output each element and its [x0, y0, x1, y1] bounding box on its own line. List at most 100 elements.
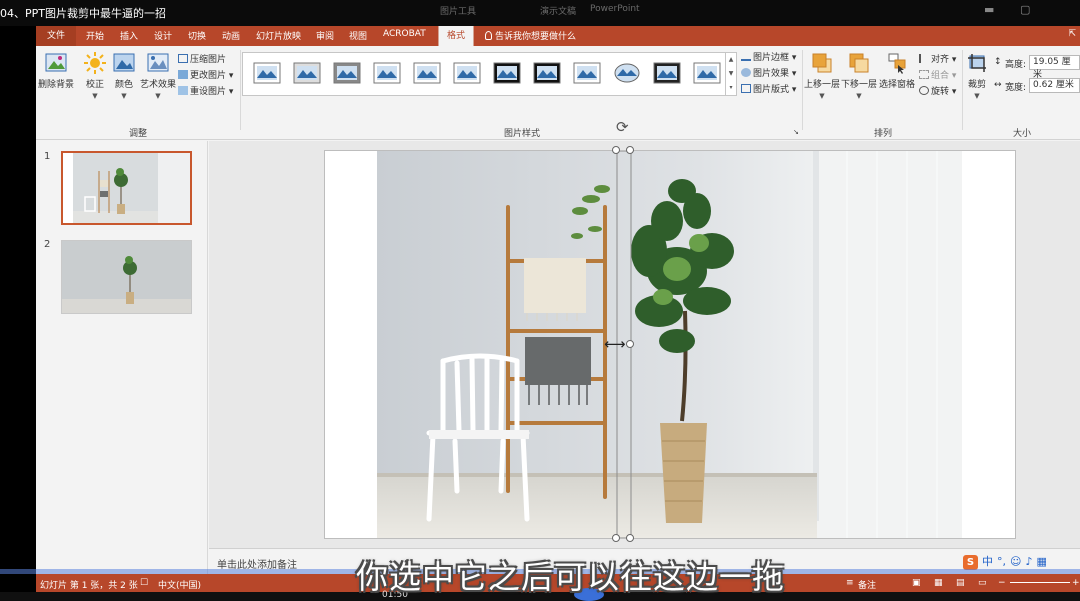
- group-divider: [802, 50, 803, 130]
- picture-style-6[interactable]: [453, 62, 481, 84]
- slide-1-preview: [63, 153, 190, 223]
- ime-toolbar[interactable]: S 中 °, ☺ ♪ ▦: [963, 553, 1047, 570]
- tab-file[interactable]: 文件: [36, 26, 76, 46]
- corrections-button[interactable]: 校正 ▼: [82, 52, 108, 100]
- selection-pane-button[interactable]: 选择窗格: [878, 52, 916, 90]
- slide-thumbnail-2[interactable]: [61, 240, 192, 314]
- normal-view-icon[interactable]: ▣: [912, 578, 921, 588]
- tab-view[interactable]: 视图: [349, 29, 367, 42]
- rotate-handle-icon[interactable]: ⟳: [616, 118, 629, 136]
- picture-style-1[interactable]: [253, 62, 281, 84]
- group-button[interactable]: 组合 ▾: [919, 68, 956, 81]
- slide-sorter-icon[interactable]: ▦: [934, 578, 943, 588]
- crop-button[interactable]: 裁剪 ▼: [964, 52, 990, 100]
- gallery-scroll[interactable]: ▲ ▼ ▾: [726, 52, 737, 96]
- emoji-icon[interactable]: ☺: [1010, 555, 1021, 568]
- reset-picture-button[interactable]: 重设图片 ▾: [178, 84, 233, 97]
- align-label: 对齐: [931, 55, 950, 65]
- crop-handle-top-left[interactable]: [612, 146, 620, 154]
- scroll-up-icon[interactable]: ▲: [726, 53, 736, 67]
- tab-review[interactable]: 审阅: [316, 29, 334, 42]
- reading-view-icon[interactable]: ▤: [956, 578, 965, 588]
- notes-icon[interactable]: ≡: [846, 578, 854, 588]
- zoom-in-icon[interactable]: +: [1072, 578, 1080, 588]
- crop-handle-bottom-right[interactable]: [626, 534, 634, 542]
- crop-label: 裁剪: [967, 80, 986, 90]
- tab-insert[interactable]: 插入: [120, 29, 138, 42]
- crop-icon: [968, 54, 986, 72]
- picture-style-9[interactable]: [573, 62, 601, 84]
- group-icon: [919, 70, 929, 79]
- slide-canvas[interactable]: ⟳ ⟷: [324, 118, 1016, 542]
- picture-style-preview: [413, 62, 441, 84]
- tell-me-box[interactable]: 告诉我你想要做什么: [485, 29, 576, 42]
- picture-style-2[interactable]: [293, 62, 321, 84]
- group-label-size: 大小: [1012, 129, 1031, 139]
- scroll-down-icon[interactable]: ▼: [726, 67, 736, 81]
- ime-language[interactable]: 中: [982, 555, 993, 568]
- change-picture-button[interactable]: 更改图片 ▾: [178, 68, 233, 81]
- slide-thumbnail-1[interactable]: [61, 151, 192, 225]
- tab-transitions[interactable]: 切换: [188, 29, 206, 42]
- group-label-arrange: 排列: [873, 129, 892, 139]
- send-backward-button[interactable]: 下移一层 ▼: [841, 52, 877, 100]
- picture-effects-button[interactable]: 图片效果 ▾: [741, 66, 796, 79]
- language-status[interactable]: 中文(中国): [158, 578, 201, 591]
- notes-toggle[interactable]: 备注: [858, 578, 876, 591]
- share-icon[interactable]: ⇱: [1068, 29, 1076, 39]
- picture-style-3[interactable]: [333, 62, 361, 84]
- zoom-out-icon[interactable]: −: [998, 578, 1006, 588]
- group-divider: [962, 50, 963, 130]
- slide-picture[interactable]: [377, 151, 962, 538]
- picture-style-5[interactable]: [413, 62, 441, 84]
- chevron-down-icon: ▼: [155, 92, 161, 100]
- mic-icon[interactable]: ♪: [1025, 555, 1032, 568]
- picture-border-button[interactable]: 图片边框 ▾: [741, 50, 796, 63]
- crop-handle-top-right[interactable]: [626, 146, 634, 154]
- width-field[interactable]: 0.62 厘米: [1029, 78, 1080, 93]
- spellcheck-icon[interactable]: ☐: [140, 578, 148, 588]
- picture-styles-gallery[interactable]: [242, 52, 726, 96]
- tab-home[interactable]: 开始: [86, 29, 104, 42]
- dialog-launcher-icon[interactable]: ↘: [793, 128, 799, 136]
- picture-style-7[interactable]: [493, 62, 521, 84]
- tab-format[interactable]: 格式: [438, 26, 475, 48]
- align-button[interactable]: 对齐 ▾: [919, 52, 956, 65]
- bring-forward-button[interactable]: 上移一层 ▼: [804, 52, 840, 100]
- picture-style-10[interactable]: [613, 62, 641, 84]
- corrections-label: 校正: [85, 80, 104, 90]
- picture-style-8[interactable]: [533, 62, 561, 84]
- slideshow-icon[interactable]: ▭: [978, 578, 987, 588]
- crop-handle-bottom-left[interactable]: [612, 534, 620, 542]
- compress-pictures-button[interactable]: 压缩图片: [178, 52, 226, 65]
- zoom-slider[interactable]: [1010, 582, 1070, 583]
- punctuation-icon[interactable]: °,: [997, 555, 1006, 568]
- sogou-logo-icon: S: [963, 555, 978, 570]
- picture-style-preview: [373, 62, 401, 84]
- remove-background-button[interactable]: 删除背景: [38, 52, 74, 90]
- artistic-effects-button[interactable]: 艺术效果 ▼: [139, 52, 177, 100]
- picture-style-4[interactable]: [373, 62, 401, 84]
- tab-slideshow[interactable]: 幻灯片放映: [256, 29, 301, 42]
- color-icon: [113, 53, 135, 72]
- pen-icon: [741, 52, 751, 61]
- group-label-picture-styles: 图片样式: [503, 129, 540, 139]
- picture-layout-button[interactable]: 图片版式 ▾: [741, 82, 796, 95]
- picture-style-preview: [573, 62, 601, 84]
- crop-handle-middle-right[interactable]: [626, 340, 634, 348]
- picture-style-preview: [693, 62, 721, 84]
- keyboard-icon[interactable]: ▦: [1037, 555, 1047, 568]
- picture-style-11[interactable]: [653, 62, 681, 84]
- picture-style-12[interactable]: [693, 62, 721, 84]
- send-backward-label: 下移一层: [841, 80, 878, 90]
- restore-icon[interactable]: ▢: [1020, 3, 1030, 16]
- minimize-icon[interactable]: ▬: [984, 3, 994, 16]
- rotate-button[interactable]: 旋转 ▾: [919, 84, 956, 97]
- tab-design[interactable]: 设计: [154, 29, 172, 42]
- tab-animations[interactable]: 动画: [222, 29, 240, 42]
- color-button[interactable]: 颜色 ▼: [111, 52, 137, 100]
- ghost-title-1: 图片工具: [440, 7, 477, 17]
- height-field[interactable]: 19.05 厘米: [1029, 55, 1080, 80]
- tab-acrobat[interactable]: ACROBAT: [383, 29, 426, 39]
- gallery-more-icon[interactable]: ▾: [726, 81, 736, 95]
